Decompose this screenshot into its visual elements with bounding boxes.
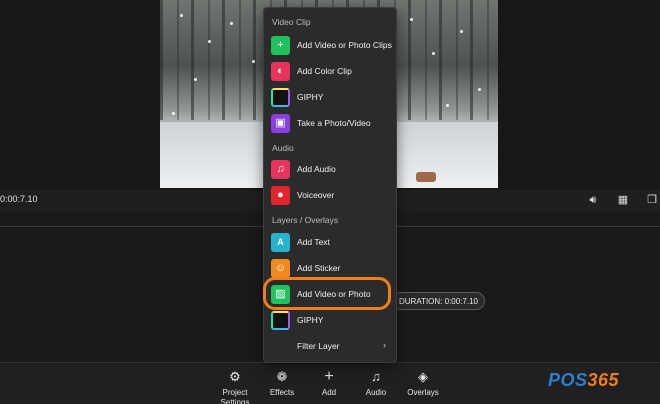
project-settings-label: Project Settings xyxy=(220,388,250,404)
camera-icon: ▣ xyxy=(271,114,290,133)
menu-item-add-video-or-photo-clips[interactable]: + Add Video or Photo Clips xyxy=(270,34,392,56)
chevron-right-icon: › xyxy=(383,340,386,350)
effects-button[interactable]: ❁ Effects xyxy=(257,369,307,398)
snowflake xyxy=(208,40,211,43)
menu-item-label: Add Color Clip xyxy=(297,66,352,76)
plus-icon: + xyxy=(271,36,290,55)
palette-icon: ◐ xyxy=(271,62,290,81)
add-button[interactable]: + Add xyxy=(304,369,354,398)
volume-icon[interactable]: 🔊︎ xyxy=(586,193,600,207)
section-video-clip: Video Clip xyxy=(272,17,311,27)
giphy-icon xyxy=(271,88,290,107)
menu-item-label: Filter Layer xyxy=(297,341,340,351)
brand-prefix: POS xyxy=(548,370,588,390)
menu-item-giphy[interactable]: GIPHY xyxy=(270,86,392,108)
text-icon: A xyxy=(271,233,290,252)
menu-item-add-audio[interactable]: ♫ Add Audio xyxy=(270,158,392,180)
add-label: Add xyxy=(321,388,337,397)
layers-icon: ◈ xyxy=(418,369,428,384)
aspect-ratio-icon[interactable]: ▦ xyxy=(616,193,630,207)
menu-item-label: Add Video or Photo Clips xyxy=(297,40,392,50)
smiley-icon: ☺ xyxy=(271,259,290,278)
giphy-icon xyxy=(271,311,290,330)
audio-button[interactable]: ♫ Audio xyxy=(351,369,401,398)
highlight-ring xyxy=(263,277,391,310)
audio-label: Audio xyxy=(365,388,387,397)
effects-icon: ❁ xyxy=(276,369,288,384)
snowflake xyxy=(252,60,255,63)
brand-logo: POS365 xyxy=(548,370,619,391)
project-settings-button[interactable]: ⚙ Project Settings xyxy=(210,369,260,404)
snowflake xyxy=(172,112,175,115)
menu-item-label: Add Audio xyxy=(297,164,336,174)
music-note-icon: ♫ xyxy=(371,369,381,384)
menu-item-label: Take a Photo/Video xyxy=(297,118,371,128)
snowflake xyxy=(446,104,449,107)
overlays-button[interactable]: ◈ Overlays xyxy=(398,369,448,398)
menu-item-label: Add Sticker xyxy=(297,263,341,273)
menu-item-label: GIPHY xyxy=(297,92,324,102)
menu-item-filter-layer[interactable]: Filter Layer › xyxy=(270,335,392,357)
snowflake xyxy=(180,14,183,17)
snowflake xyxy=(478,88,481,91)
effects-label: Effects xyxy=(269,388,295,397)
menu-item-label: Add Text xyxy=(297,237,330,247)
snowflake xyxy=(410,18,413,21)
menu-item-take-photo-video[interactable]: ▣ Take a Photo/Video xyxy=(270,112,392,134)
fullscreen-icon[interactable]: ❐ xyxy=(645,193,659,207)
section-audio: Audio xyxy=(272,143,294,153)
snowflake xyxy=(460,30,463,33)
timecode: 0:00:7.10 xyxy=(0,194,38,204)
menu-item-giphy-layer[interactable]: GIPHY xyxy=(270,309,392,331)
snowflake xyxy=(194,78,197,81)
menu-item-add-color-clip[interactable]: ◐ Add Color Clip xyxy=(270,60,392,82)
menu-item-add-text[interactable]: A Add Text xyxy=(270,231,392,253)
menu-item-voiceover[interactable]: ● Voiceover xyxy=(270,184,392,206)
snowflake xyxy=(230,22,233,25)
menu-item-add-sticker[interactable]: ☺ Add Sticker xyxy=(270,257,392,279)
video-editor-app: 0:00:7.10 🔊︎ ▦ ❐ DURATION: 0:00:7.10 ⚙ P… xyxy=(0,0,660,404)
plus-icon: + xyxy=(324,368,334,385)
brand-suffix: 365 xyxy=(587,370,620,390)
music-note-icon: ♫ xyxy=(271,160,290,179)
snowflake xyxy=(432,52,435,55)
overlays-label: Overlays xyxy=(407,388,439,397)
section-layers-overlays: Layers / Overlays xyxy=(272,215,339,225)
menu-item-label: Voiceover xyxy=(297,190,335,200)
gear-icon: ⚙ xyxy=(229,369,241,384)
duration-badge: DURATION: 0:00:7.10 xyxy=(392,292,485,310)
microphone-icon: ● xyxy=(271,186,290,205)
log-in-snow xyxy=(416,172,436,182)
menu-item-label: GIPHY xyxy=(297,315,324,325)
